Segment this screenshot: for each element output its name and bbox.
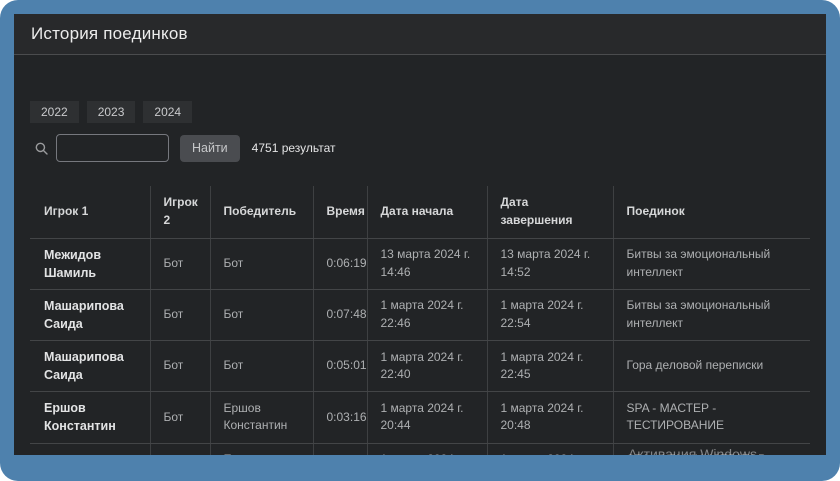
cell-player1: Межидов Шамиль [30,238,150,289]
cell-time: 0:05:01 [313,341,367,392]
cell-time: 0:06:19 [313,238,367,289]
history-table: Игрок 1 Игрок 2 Победитель Время Дата на… [30,186,810,455]
table-row[interactable]: Ершов Константин Бот Ершов Константин 0:… [30,392,810,443]
search-button[interactable]: Найти [180,135,240,162]
table-row[interactable]: Ершов Константин Бот Ершов Константин 0:… [30,443,810,455]
tab-2022[interactable]: 2022 [30,101,79,123]
cell-player1: Машарипова Саида [30,289,150,340]
cell-player2: Бот [150,341,210,392]
cell-player1: Машарипова Саида [30,341,150,392]
search-input[interactable] [56,134,169,162]
table-row[interactable]: Межидов Шамиль Бот Бот 0:06:19 13 марта … [30,238,810,289]
cell-time: 0:04:25 [313,443,367,455]
cell-date-start: 1 марта 2024 г. 20:33 [367,443,487,455]
cell-date-start: 13 марта 2024 г. 14:46 [367,238,487,289]
cell-player1: Ершов Константин [30,392,150,443]
tab-2024[interactable]: 2024 [143,101,192,123]
table-header-row: Игрок 1 Игрок 2 Победитель Время Дата на… [30,186,810,238]
cell-winner: Бот [210,238,313,289]
window-frame: История поединков 2022 2023 2024 Найти 4… [0,0,840,481]
cell-date-end: 1 марта 2024 г. 20:37 [487,443,613,455]
search-icon [35,142,48,155]
results-count: 4751 результат [252,141,336,155]
search-row: Найти 4751 результат [30,133,810,163]
cell-player1: Ершов Константин [30,443,150,455]
cell-winner: Бот [210,289,313,340]
col-duel: Поединок [613,186,810,238]
panel-content: 2022 2023 2024 Найти 4751 результат [14,101,826,455]
cell-date-end: 1 марта 2024 г. 22:54 [487,289,613,340]
cell-duel: SPA - АДМИНИСТРАТОР - ТЕСТИРОВАНИЕ [613,443,810,455]
col-winner: Победитель [210,186,313,238]
cell-date-end: 13 марта 2024 г. 14:52 [487,238,613,289]
year-tabs: 2022 2023 2024 [30,101,810,123]
cell-date-start: 1 марта 2024 г. 22:40 [367,341,487,392]
cell-date-start: 1 марта 2024 г. 22:46 [367,289,487,340]
page-title: История поединков [31,24,188,44]
cell-winner: Бот [210,341,313,392]
panel-header: История поединков [14,14,826,55]
col-date-end: Дата завершения [487,186,613,238]
col-date-start: Дата начала [367,186,487,238]
cell-player2: Бот [150,443,210,455]
cell-date-end: 1 марта 2024 г. 20:48 [487,392,613,443]
cell-winner: Ершов Константин [210,392,313,443]
cell-duel: Битвы за эмоциональный интеллект [613,289,810,340]
cell-duel: SPA - МАСТЕР - ТЕСТИРОВАНИЕ [613,392,810,443]
cell-time: 0:03:16 [313,392,367,443]
tab-2023[interactable]: 2023 [87,101,136,123]
col-player2: Игрок 2 [150,186,210,238]
cell-date-end: 1 марта 2024 г. 22:45 [487,341,613,392]
cell-duel: Гора деловой переписки [613,341,810,392]
cell-player2: Бот [150,238,210,289]
cell-winner: Ершов Константин [210,443,313,455]
cell-duel: Битвы за эмоциональный интеллект [613,238,810,289]
history-panel: История поединков 2022 2023 2024 Найти 4… [14,14,826,455]
cell-time: 0:07:48 [313,289,367,340]
cell-date-start: 1 марта 2024 г. 20:44 [367,392,487,443]
table-row[interactable]: Машарипова Саида Бот Бот 0:07:48 1 марта… [30,289,810,340]
table-row[interactable]: Машарипова Саида Бот Бот 0:05:01 1 марта… [30,341,810,392]
cell-player2: Бот [150,289,210,340]
cell-player2: Бот [150,392,210,443]
col-time: Время [313,186,367,238]
col-player1: Игрок 1 [30,186,150,238]
